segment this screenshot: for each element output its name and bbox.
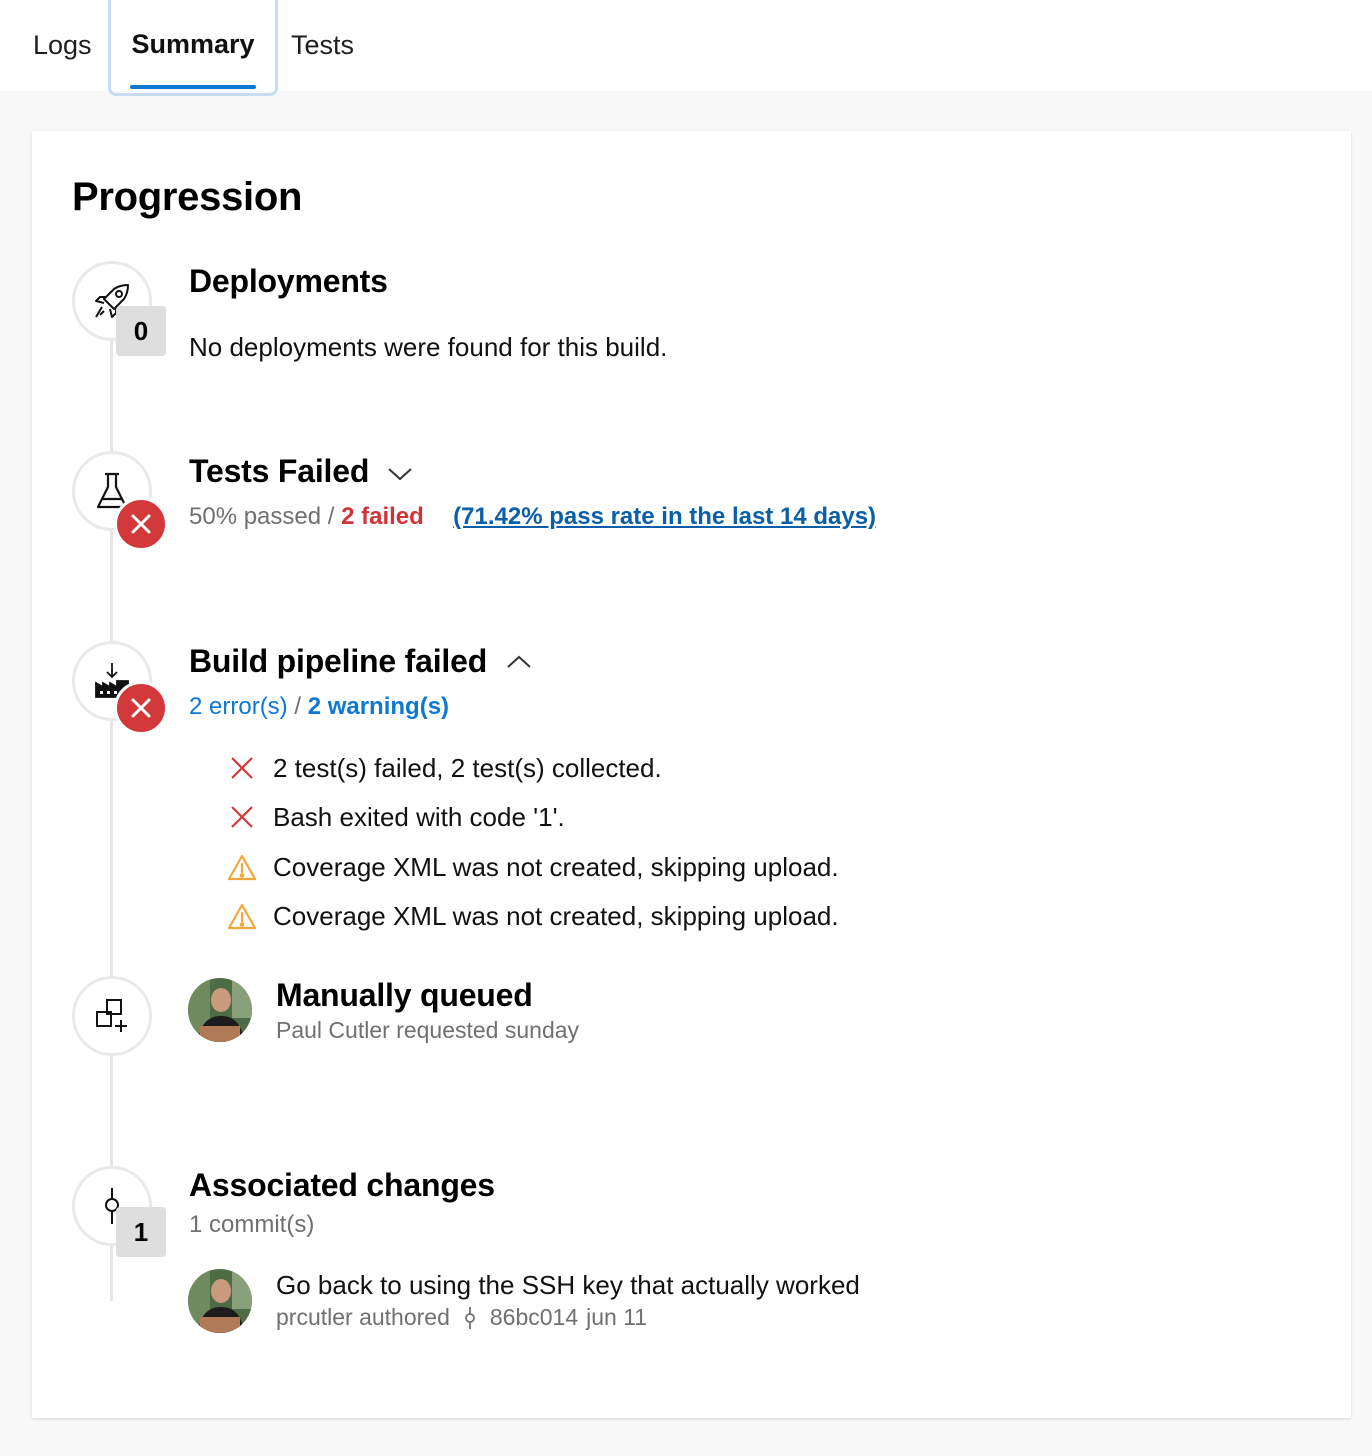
commit-icon xyxy=(464,1306,475,1329)
queued-subtitle: Paul Cutler requested sunday xyxy=(276,1017,580,1043)
avatar xyxy=(188,1269,252,1333)
tab-selected-indicator xyxy=(130,85,256,89)
avatar xyxy=(188,978,252,1042)
issue-item[interactable]: Bash exited with code '1'. xyxy=(227,797,565,837)
issue-text: Coverage XML was not created, skipping u… xyxy=(273,900,839,931)
warning-icon xyxy=(227,852,257,882)
changes-title: Associated changes xyxy=(189,1167,495,1203)
issue-item[interactable]: 2 test(s) failed, 2 test(s) collected. xyxy=(227,748,662,788)
tab-tests[interactable]: Tests xyxy=(291,0,354,91)
build-errors-link[interactable]: 2 error(s) xyxy=(189,693,288,720)
chevron-up-icon[interactable] xyxy=(506,653,532,671)
commit-meta: prcutler authored 86bc014 jun 11 xyxy=(276,1304,647,1331)
build-separator: / xyxy=(294,693,302,720)
tests-separator: / xyxy=(327,503,335,530)
tests-failed-count: 2 failed xyxy=(341,503,424,530)
deployments-title: Deployments xyxy=(189,263,388,299)
issue-item[interactable]: Coverage XML was not created, skipping u… xyxy=(227,896,839,936)
pass-rate-link[interactable]: (71.42% pass rate in the last 14 days) xyxy=(453,503,876,530)
issue-text: Bash exited with code '1'. xyxy=(273,801,565,832)
commit-hash[interactable]: 86bc014 xyxy=(490,1304,578,1331)
issue-item[interactable]: Coverage XML was not created, skipping u… xyxy=(227,847,839,887)
progression-card: Progression 0 Deployments No deployments… xyxy=(32,131,1351,1418)
issue-text: 2 test(s) failed, 2 test(s) collected. xyxy=(273,752,662,783)
page-title: Progression xyxy=(72,175,303,219)
error-x-icon xyxy=(227,802,257,832)
commit-message[interactable]: Go back to using the SSH key that actual… xyxy=(276,1270,860,1301)
warning-icon xyxy=(227,901,257,931)
changes-subtitle: 1 commit(s) xyxy=(189,1211,315,1238)
issue-text: Coverage XML was not created, skipping u… xyxy=(273,851,839,882)
tests-summary: 50% passed / 2 failed (71.42% pass rate … xyxy=(189,503,876,531)
close-icon xyxy=(131,698,151,718)
tests-error-badge xyxy=(114,497,168,551)
tab-summary-label: Summary xyxy=(131,29,255,59)
close-icon xyxy=(131,514,151,534)
changes-count-badge: 1 xyxy=(116,1207,166,1257)
build-error-badge xyxy=(114,681,168,735)
commit-author: prcutler authored xyxy=(276,1304,450,1330)
tab-logs[interactable]: Logs xyxy=(33,0,92,91)
queue-icon xyxy=(96,999,127,1032)
deployments-message: No deployments were found for this build… xyxy=(189,332,668,362)
tests-title: Tests Failed xyxy=(189,453,370,489)
error-x-icon xyxy=(227,753,257,783)
tab-summary[interactable]: Summary xyxy=(108,0,278,96)
queued-node xyxy=(72,976,152,1056)
commit-date: jun 11 xyxy=(586,1304,648,1330)
tests-passed: 50% passed xyxy=(189,503,322,530)
build-title: Build pipeline failed xyxy=(189,643,488,679)
build-warnings-link[interactable]: 2 warning(s) xyxy=(308,693,449,720)
chevron-down-icon[interactable] xyxy=(387,465,413,483)
deployments-count-badge: 0 xyxy=(116,306,166,356)
queued-title: Manually queued xyxy=(276,977,533,1013)
tab-bar: Logs Summary Tests xyxy=(0,0,1372,96)
build-summary: 2 error(s) / 2 warning(s) xyxy=(189,693,449,721)
